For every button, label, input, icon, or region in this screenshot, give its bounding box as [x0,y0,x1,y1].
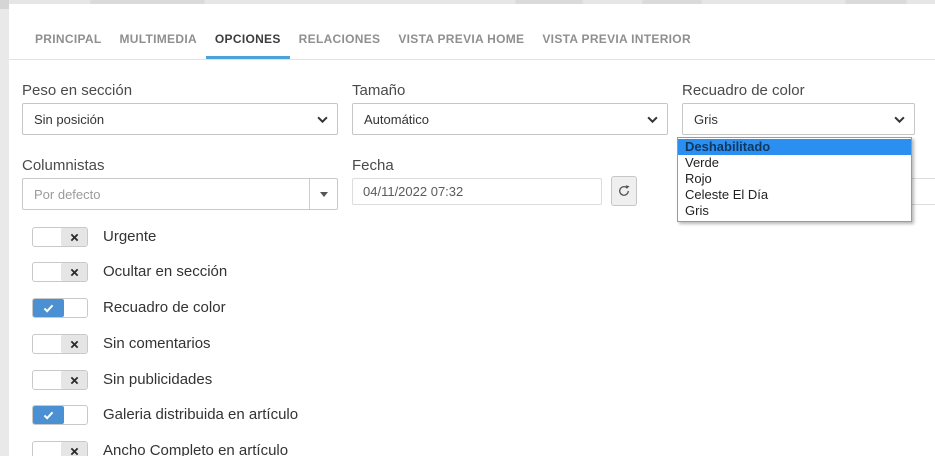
triangle-down-icon [320,192,328,197]
tab-principal[interactable]: PRINCIPAL [26,32,110,59]
x-icon [61,263,87,281]
columnistas-label: Columnistas [22,157,105,174]
recuadro-de-color-label: Recuadro de color [682,82,805,99]
dropdown-option-celeste-el-dia[interactable]: Celeste El Día [678,187,911,203]
check-icon [33,406,64,424]
tab-opciones[interactable]: OPCIONES [206,32,290,59]
sin-publicidades-toggle[interactable] [32,370,88,390]
tamano-label: Tamaño [352,82,405,99]
columnistas-combobox[interactable]: Por defecto [22,178,338,210]
tab-relaciones[interactable]: RELACIONES [290,32,390,59]
toggle-label: Ocultar en sección [103,263,227,280]
tamano-select[interactable]: Automático [352,103,668,135]
chevron-down-icon [647,116,658,123]
fecha-label: Fecha [352,157,394,174]
recuadro-de-color-toggle[interactable] [32,298,88,318]
peso-en-seccion-select[interactable]: Sin posición [22,103,338,135]
recuadro-de-color-select[interactable]: Gris [682,103,915,135]
dropdown-option-rojo[interactable]: Rojo [678,171,911,187]
refresh-icon [617,184,631,198]
toggle-label: Ancho Completo en artículo [103,442,288,456]
dropdown-option-verde[interactable]: Verde [678,155,911,171]
fecha-input[interactable] [352,178,602,205]
ocultar-en-seccion-toggle[interactable] [32,262,88,282]
recuadro-de-color-dropdown: Deshabilitado Verde Rojo Celeste El Día … [677,137,912,222]
tamano-value: Automático [364,112,429,127]
x-icon [61,371,87,389]
dropdown-option-deshabilitado[interactable]: Deshabilitado [678,139,911,155]
options-tab-page: PRINCIPAL MULTIMEDIA OPCIONES RELACIONES… [0,0,935,456]
toggle-label: Sin comentarios [103,335,211,352]
peso-en-seccion-label: Peso en sección [22,82,132,99]
corner-block [0,0,9,9]
x-icon [61,228,87,246]
tab-vista-previa-home[interactable]: VISTA PREVIA HOME [389,32,533,59]
left-page-strip [0,4,9,456]
toggle-label: Recuadro de color [103,299,226,316]
peso-en-seccion-value: Sin posición [34,112,104,127]
x-icon [61,335,87,353]
dropdown-option-gris[interactable]: Gris [678,203,911,219]
tab-vista-previa-interior[interactable]: VISTA PREVIA INTERIOR [533,32,700,59]
tab-bar: PRINCIPAL MULTIMEDIA OPCIONES RELACIONES… [9,4,935,60]
recuadro-de-color-value: Gris [694,112,718,127]
toggle-label: Sin publicidades [103,371,212,388]
check-icon [33,299,64,317]
tab-multimedia[interactable]: MULTIMEDIA [110,32,205,59]
x-icon [61,442,87,456]
fecha-refresh-button[interactable] [611,176,637,206]
columnistas-value: Por defecto [34,187,101,202]
sin-comentarios-toggle[interactable] [32,334,88,354]
galeria-distribuida-toggle[interactable] [32,405,88,425]
chevron-down-icon [317,116,328,123]
chevron-down-icon [894,116,905,123]
ancho-completo-toggle[interactable] [32,441,88,456]
urgente-toggle[interactable] [32,227,88,247]
toggle-label: Urgente [103,228,156,245]
combobox-open-button[interactable] [309,179,337,209]
toggle-label: Galeria distribuida en artículo [103,406,298,423]
